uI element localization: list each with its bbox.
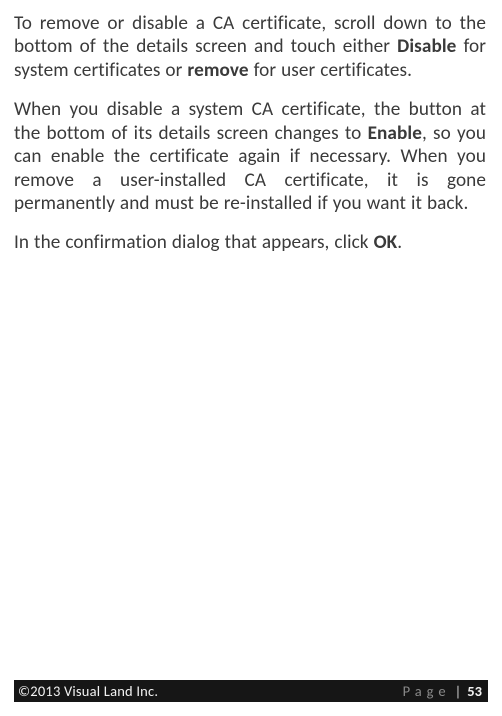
bold-ok: OK [374, 231, 398, 254]
paragraph-3: In the confirmation dialog that appears,… [14, 231, 486, 254]
footer-bar: ©2013 Visual Land Inc. Page | 53 [14, 680, 488, 702]
page-footer: ©2013 Visual Land Inc. Page | 53 [0, 680, 502, 702]
paragraph-1: To remove or disable a CA certificate, s… [14, 12, 486, 82]
footer-page-indicator: Page | 53 [403, 682, 482, 700]
paragraph-2: When you disable a system CA certificate… [14, 98, 486, 215]
document-body: To remove or disable a CA certificate, s… [14, 12, 486, 271]
footer-page-number: 53 [467, 682, 482, 700]
text-run: . [397, 231, 402, 254]
document-page: To remove or disable a CA certificate, s… [0, 0, 502, 716]
footer-copyright: ©2013 Visual Land Inc. [18, 682, 158, 700]
footer-pipe: | [455, 682, 462, 700]
footer-page-word: Page [403, 682, 451, 700]
bold-disable: Disable [397, 35, 456, 58]
bold-enable: Enable [368, 122, 422, 145]
bold-remove: remove [187, 59, 248, 82]
text-run: for user certificates. [249, 59, 412, 82]
text-run: In the confirmation dialog that appears,… [14, 231, 374, 254]
